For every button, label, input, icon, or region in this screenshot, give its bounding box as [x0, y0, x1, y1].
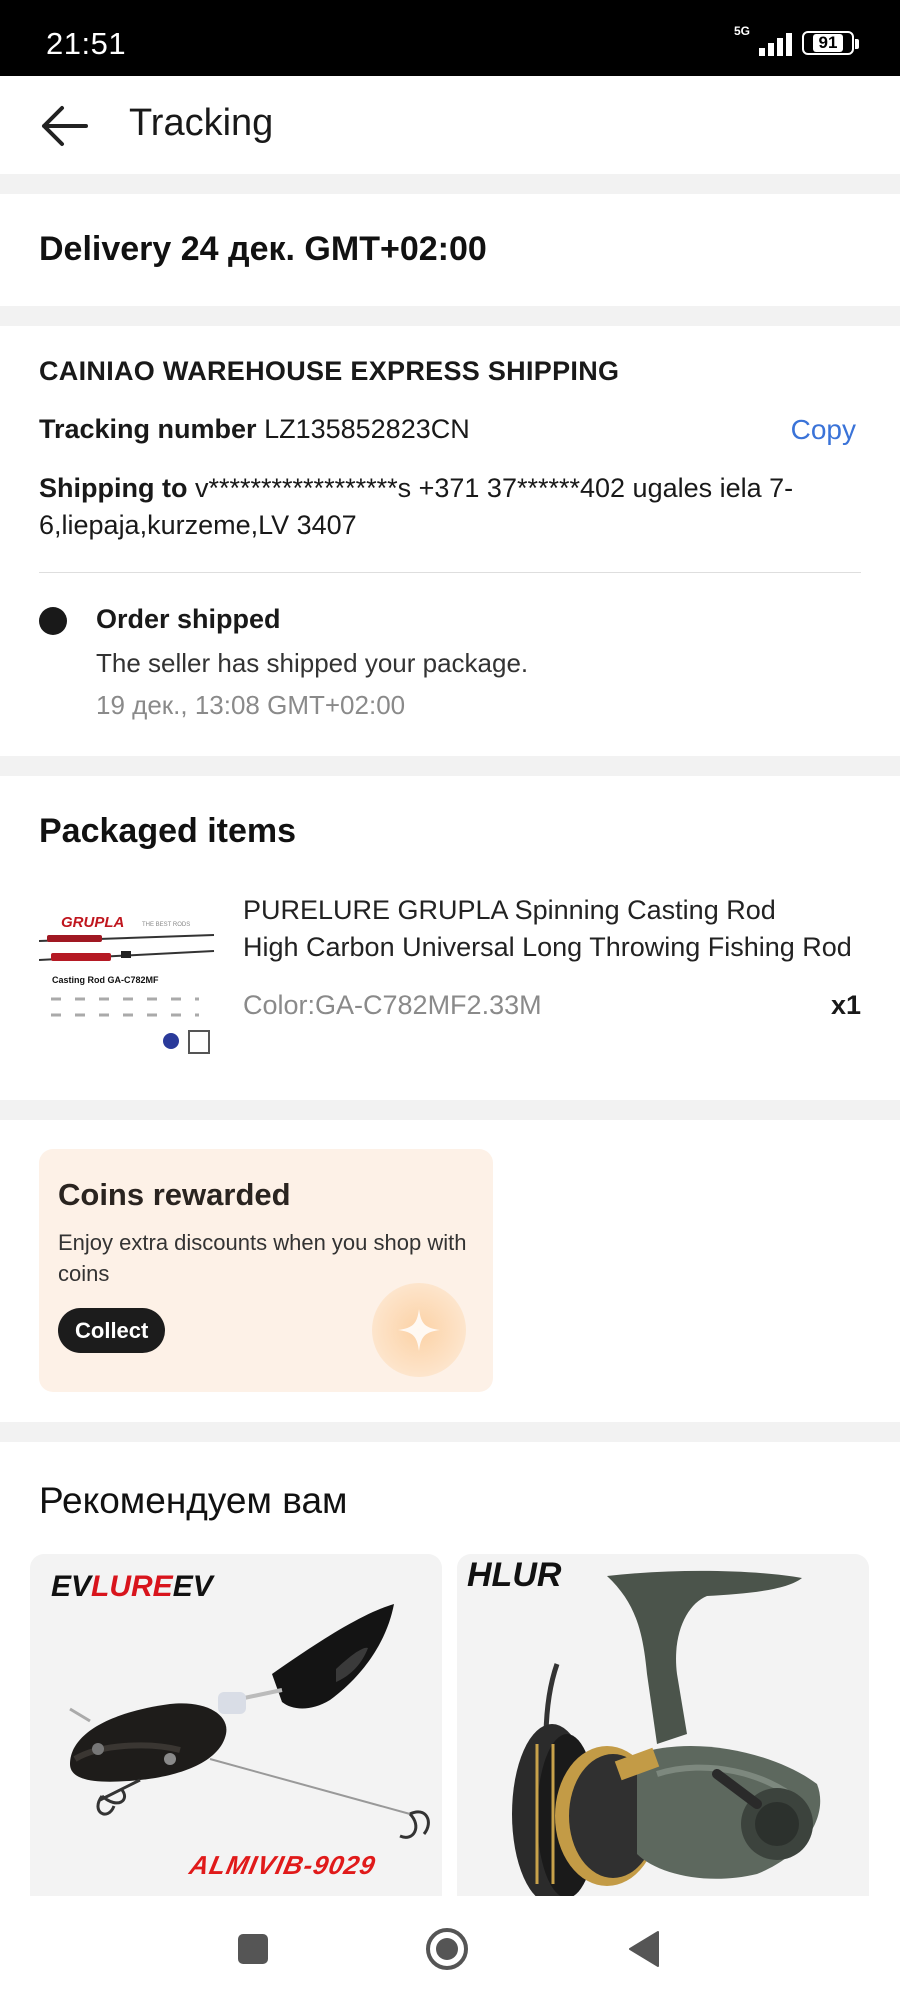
collect-button[interactable]: Collect: [58, 1308, 166, 1353]
timeline-dot-icon: [39, 607, 67, 635]
product-image[interactable]: GRUPLA THE BEST RODS Casting Rod GA-C782…: [39, 891, 219, 1071]
coin-icon: [372, 1283, 466, 1377]
spinning-reel-image: [512, 1570, 821, 1896]
system-back-button[interactable]: [622, 1926, 668, 1972]
copy-button[interactable]: Copy: [791, 414, 856, 446]
shipping-address: Shipping to v******************s +371 37…: [39, 470, 849, 544]
thumb-caption: Casting Rod GA-C782MF: [52, 975, 159, 985]
event-time: 19 дек., 13:08 GMT+02:00: [96, 690, 406, 720]
sparkle-icon: [398, 1309, 440, 1351]
back-button[interactable]: [36, 98, 96, 154]
delivery-card: Delivery 24 дек. GMT+02:00: [0, 194, 900, 306]
divider: [39, 572, 861, 573]
product-title[interactable]: PURELURE GRUPLA Spinning Casting Rod Hig…: [243, 892, 863, 966]
thumb-brand: GRUPLA: [61, 914, 124, 931]
home-button[interactable]: [424, 1926, 470, 1972]
home-circle-icon: [426, 1928, 468, 1970]
product-title-line1: PURELURE GRUPLA Spinning Casting Rod: [243, 895, 776, 925]
system-nav-bar: [0, 1896, 900, 2001]
status-icons: 5G 91: [734, 24, 859, 58]
product-quantity: x1: [830, 990, 861, 1020]
square-icon: [238, 1934, 268, 1964]
coins-card: Coins rewarded Enjoy extra discounts whe…: [39, 1149, 493, 1392]
shipping-to-label: Shipping to: [39, 473, 188, 503]
coins-section: Coins rewarded Enjoy extra discounts whe…: [0, 1120, 900, 1422]
page-title: Tracking: [129, 102, 274, 144]
product-title-line2: High Carbon Universal Long Throwing Fish…: [243, 932, 852, 962]
signal-icon: 5G: [734, 24, 792, 58]
recommendations-section: Рекомендуем вам EVLUREEV ALMIVIB-9029 HL…: [0, 1442, 900, 1896]
status-bar: 21:51 5G 91: [0, 0, 900, 76]
spinner-bait-image: [69, 1604, 430, 1839]
recommended-product-card[interactable]: HLUR: [457, 1554, 869, 1896]
fishing-rod-image: GRUPLA THE BEST RODS Casting Rod GA-C782…: [39, 914, 215, 1054]
svg-text:THE BEST RODS: THE BEST RODS: [142, 922, 190, 928]
coins-description: Enjoy extra discounts when you shop with…: [58, 1230, 467, 1286]
event-title: Order shipped: [96, 604, 281, 634]
packaged-items-card: Packaged items GRUPLA THE BEST RODS Cast…: [0, 776, 900, 1100]
event-description: The seller has shipped your package.: [96, 648, 529, 678]
section-heading: Рекомендуем вам: [39, 1480, 348, 1521]
section-heading: Packaged items: [39, 812, 297, 850]
arrow-left-icon: [42, 106, 88, 146]
tracking-label: Tracking number: [39, 414, 257, 444]
coins-title: Coins rewarded: [58, 1177, 291, 1212]
carrier-name: CAINIAO WAREHOUSE EXPRESS SHIPPING: [39, 356, 620, 386]
network-type: 5G: [734, 24, 751, 38]
shipping-card: CAINIAO WAREHOUSE EXPRESS SHIPPING Track…: [0, 326, 900, 756]
tracking-row: Tracking number LZ135852823CN: [39, 414, 470, 445]
recent-apps-button[interactable]: [230, 1926, 276, 1972]
recommended-product-card[interactable]: EVLUREEV ALMIVIB-9029: [30, 1554, 442, 1896]
tracking-number: LZ135852823CN: [264, 414, 470, 444]
product-variant: Color:GA-C782MF2.33M: [243, 990, 542, 1020]
battery-level: 91: [812, 34, 844, 52]
triangle-back-icon: [629, 1931, 659, 1967]
status-time: 21:51: [46, 26, 127, 61]
app-header: Tracking: [0, 76, 900, 174]
battery-icon: 91: [802, 31, 859, 55]
delivery-estimate: Delivery 24 дек. GMT+02:00: [39, 230, 487, 268]
model-code: ALMIVIB-9029: [186, 1850, 379, 1880]
